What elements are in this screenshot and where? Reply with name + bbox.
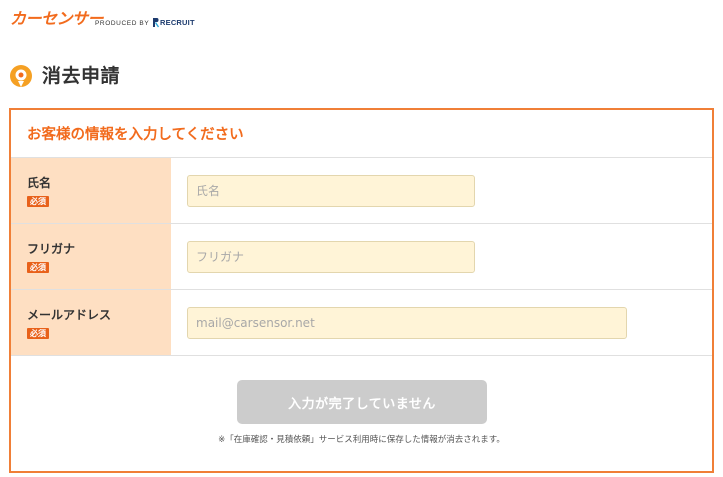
- submit-button[interactable]: 入力が完了していません: [237, 380, 487, 424]
- field-input-cell: [171, 290, 712, 355]
- submit-area: 入力が完了していません ※「在庫確認・見積依頼」サービス利用時に保存した情報が消…: [11, 356, 712, 468]
- required-badge: 必須: [27, 261, 49, 273]
- field-input-cell: [171, 158, 712, 223]
- customer-info-form: お客様の情報を入力してください 氏名 必須 フリガナ 必須 メールアドレス 必須…: [9, 108, 714, 473]
- location-pin-icon: [10, 65, 32, 87]
- field-label-cell: メールアドレス 必須: [11, 290, 171, 355]
- required-badge: 必須: [27, 195, 49, 207]
- carsensor-logo[interactable]: カーセンサー: [10, 9, 104, 29]
- form-row-furigana: フリガナ 必須: [11, 224, 712, 290]
- recruit-mark-icon: [153, 18, 159, 28]
- required-badge: 必須: [27, 327, 49, 339]
- form-row-name: 氏名 必須: [11, 158, 712, 224]
- recruit-wordmark: RECRUIT: [160, 17, 195, 27]
- field-label-cell: 氏名 必須: [11, 158, 171, 223]
- produced-by-label: PRODUCED BY: [95, 20, 150, 27]
- field-label-furigana: フリガナ: [27, 241, 76, 256]
- furigana-input[interactable]: [187, 240, 475, 273]
- email-input[interactable]: [187, 306, 627, 339]
- form-row-email: メールアドレス 必須: [11, 290, 712, 356]
- form-heading: お客様の情報を入力してください: [11, 110, 712, 158]
- page-title: 消去申請: [42, 65, 121, 87]
- field-label-name: 氏名: [27, 175, 52, 190]
- field-label-cell: フリガナ 必須: [11, 224, 171, 289]
- recruit-logo: RECRUIT: [152, 17, 195, 28]
- field-input-cell: [171, 224, 712, 289]
- name-input[interactable]: [187, 174, 475, 207]
- deletion-note: ※「在庫確認・見積依頼」サービス利用時に保存した情報が消去されます。: [218, 435, 505, 445]
- field-label-email: メールアドレス: [27, 307, 112, 322]
- site-header: カーセンサー PRODUCED BY RECRUIT: [0, 0, 723, 40]
- page-title-row: 消去申請: [9, 64, 120, 88]
